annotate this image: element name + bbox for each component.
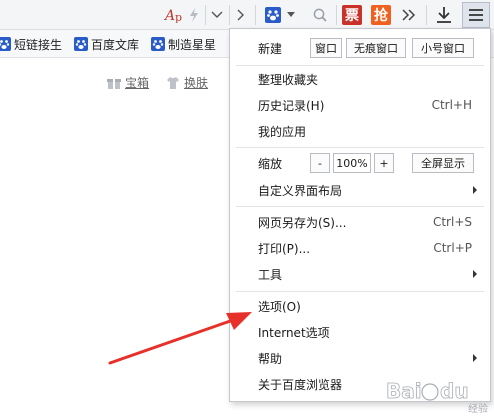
search-engine-selector[interactable] — [263, 4, 297, 26]
submenu-arrow-icon — [473, 270, 477, 278]
grab-ticket-button[interactable]: 抢 — [369, 4, 393, 26]
menu-item-shortcut: Ctrl+P — [433, 241, 472, 255]
browser-toolbar: A p 票 抢 — [0, 0, 494, 30]
menu-item-label: 关于百度浏览器 — [258, 377, 343, 392]
caret-down-icon — [287, 12, 295, 17]
svg-text:A: A — [164, 8, 175, 23]
menu-item-label: 打印(P)... — [258, 241, 311, 256]
menu-separator — [236, 206, 484, 207]
menu-separator — [236, 147, 484, 148]
menu-item-print[interactable]: 打印(P)... Ctrl+P — [230, 237, 490, 259]
reading-mode-button[interactable]: A p — [163, 4, 185, 26]
menu-item-history[interactable]: 历史记录(H) Ctrl+H — [230, 94, 490, 116]
menu-icon — [469, 9, 483, 21]
zoom-in-button[interactable]: + — [374, 153, 394, 173]
menu-item-label: 历史记录(H) — [258, 98, 325, 113]
history-dropdown-button[interactable] — [207, 4, 227, 26]
menu-item-label: 工具 — [258, 267, 283, 282]
change-skin-link[interactable]: 换肤 — [166, 74, 208, 91]
download-icon — [437, 7, 451, 23]
menu-item-about[interactable]: 关于百度浏览器 — [230, 373, 490, 395]
download-button[interactable] — [432, 4, 456, 26]
bookmark-label: 短链接生 — [14, 37, 63, 52]
treasure-box-link[interactable]: 宝箱 — [107, 74, 149, 91]
bookmark-item[interactable]: 短链接生 — [0, 36, 62, 52]
menu-item-organize-bookmarks[interactable]: 整理收藏夹 — [230, 68, 490, 90]
treasure-box-label: 宝箱 — [125, 76, 150, 90]
menu-item-label: 帮助 — [258, 351, 283, 366]
overflow-icon — [402, 9, 416, 21]
zoom-out-button[interactable]: - — [310, 153, 330, 173]
menu-item-shortcut: Ctrl+S — [432, 215, 472, 229]
menu-item-label: 自定义界面布局 — [258, 183, 343, 198]
menu-item-label: Internet选项 — [258, 325, 330, 340]
svg-text:p: p — [175, 11, 182, 23]
menu-item-help[interactable]: 帮助 — [230, 347, 490, 369]
ticket-glyph: 票 — [345, 8, 359, 24]
bookmark-item[interactable]: 制造星星 — [151, 36, 216, 52]
menu-item-label: 整理收藏夹 — [258, 72, 319, 87]
search-button[interactable] — [309, 4, 331, 26]
grab-ticket-icon: 抢 — [371, 5, 391, 25]
baidu-paw-icon — [151, 37, 165, 51]
grab-glyph: 抢 — [374, 8, 388, 24]
submenu-arrow-icon — [473, 354, 477, 362]
baidu-paw-icon — [0, 37, 11, 51]
bookmark-label: 制造星星 — [168, 37, 217, 52]
menu-zoom-label: 缩放 — [258, 156, 283, 171]
main-menu-button[interactable] — [462, 2, 490, 28]
zoom-level-value: 100% — [333, 153, 371, 173]
menu-item-label: 网页另存为(S)... — [258, 215, 347, 230]
menu-separator — [236, 291, 484, 292]
menu-item-label: 我的应用 — [258, 124, 307, 139]
baidu-paw-icon — [74, 37, 88, 51]
menu-item-shortcut: Ctrl+H — [431, 98, 472, 112]
chevron-right-icon — [237, 9, 244, 21]
bookmark-item[interactable]: 百度文库 — [74, 36, 139, 52]
shirt-icon — [167, 76, 179, 89]
reading-mode-icon: A p — [164, 8, 182, 23]
ticket-button[interactable]: 票 — [340, 4, 364, 26]
change-skin-label: 换肤 — [184, 76, 209, 90]
menu-new-label: 新建 — [258, 41, 283, 56]
menu-item-customize-layout[interactable]: 自定义界面布局 — [230, 179, 490, 201]
menu-item-my-apps[interactable]: 我的应用 — [230, 120, 490, 142]
chevron-down-icon — [211, 11, 223, 18]
forward-button[interactable] — [231, 4, 251, 26]
menu-item-label: 选项(O) — [258, 299, 301, 314]
menu-item-save-page-as[interactable]: 网页另存为(S)... Ctrl+S — [230, 211, 490, 233]
new-window-button[interactable]: 窗口 — [310, 38, 342, 58]
ticket-icon: 票 — [342, 5, 362, 25]
lightning-button[interactable] — [185, 4, 203, 26]
new-alt-account-window-button[interactable]: 小号窗口 — [412, 38, 474, 58]
fullscreen-button[interactable]: 全屏显示 — [412, 153, 474, 173]
main-menu-dropdown: 新建 窗口 无痕窗口 小号窗口 整理收藏夹 历史记录(H) Ctrl+H 我的应… — [229, 28, 491, 402]
menu-item-options[interactable]: 选项(O) — [230, 295, 490, 317]
lightning-icon — [190, 8, 198, 22]
gift-icon — [107, 78, 121, 89]
search-icon — [313, 8, 327, 22]
svg-text:经验: 经验 — [468, 402, 488, 415]
new-incognito-window-button[interactable]: 无痕窗口 — [346, 38, 406, 58]
submenu-arrow-icon — [473, 186, 477, 194]
menu-item-tools[interactable]: 工具 — [230, 263, 490, 285]
overflow-button[interactable] — [398, 4, 420, 26]
menu-item-internet-options[interactable]: Internet选项 — [230, 321, 490, 343]
menu-separator — [236, 65, 484, 66]
baidu-paw-icon — [265, 7, 281, 23]
bookmark-label: 百度文库 — [91, 37, 140, 52]
